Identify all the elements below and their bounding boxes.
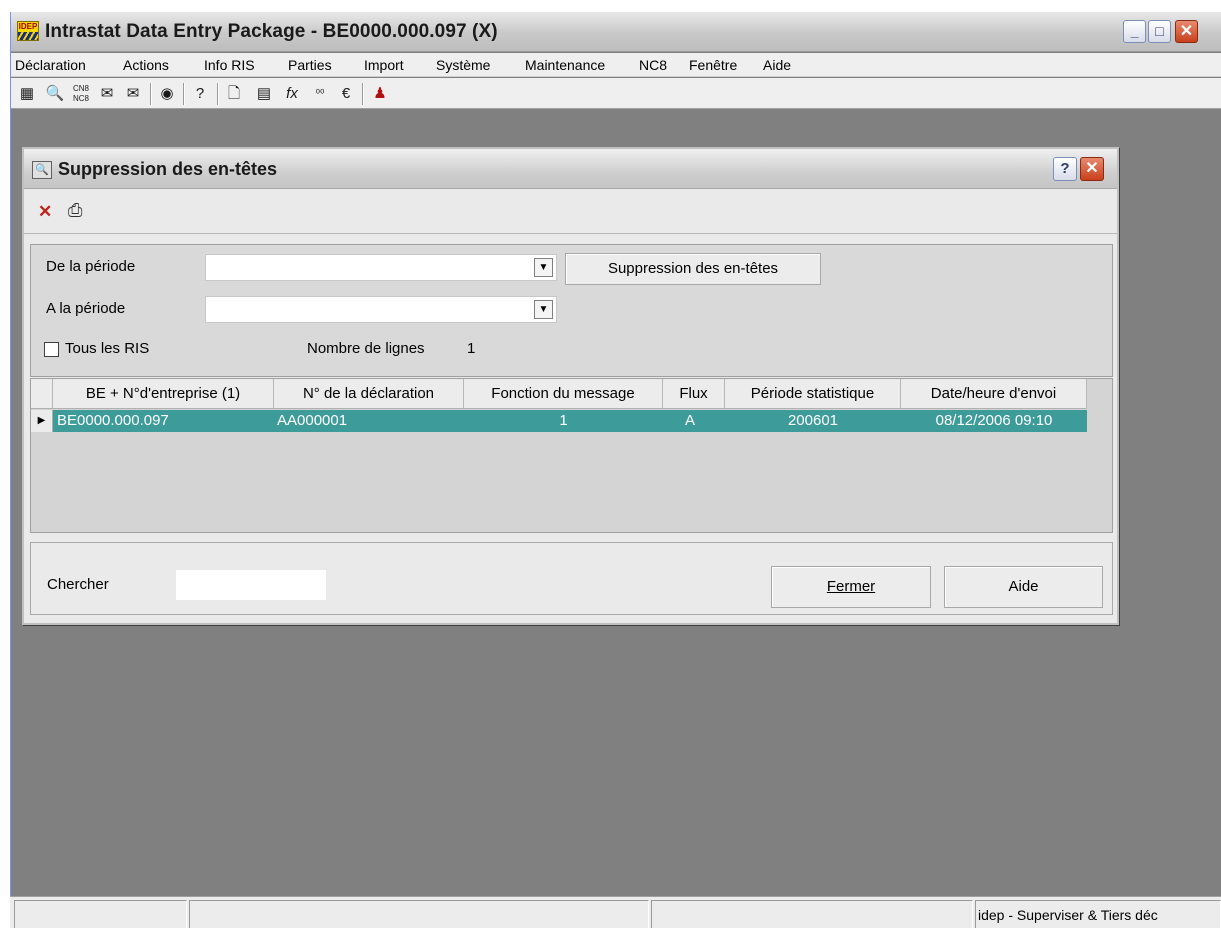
help-book-icon[interactable]: ? xyxy=(189,83,211,105)
main-titlebar[interactable]: IDEP Intrastat Data Entry Package - BE00… xyxy=(11,12,1221,52)
toolbar-separator xyxy=(150,83,152,105)
toolbar-separator xyxy=(183,83,185,105)
search-input[interactable] xyxy=(176,570,326,600)
binoculars-icon: 🔍 xyxy=(32,161,52,179)
column-header-flux[interactable]: Flux xyxy=(663,379,725,409)
print-icon[interactable]: ⎙ xyxy=(68,200,82,221)
dialog-toolbar: ✕ ⎙ xyxy=(24,190,1117,234)
toolbar-separator xyxy=(362,83,364,105)
new-document-icon[interactable]: 🗋 xyxy=(223,83,245,105)
envelope-import-icon[interactable]: ✉ xyxy=(96,83,118,105)
dialog-titlebar[interactable]: 🔍 Suppression des en-têtes ? ✕ xyxy=(24,149,1117,189)
grid-icon[interactable]: ▦ xyxy=(16,83,38,105)
main-toolbar: ▦ 🔍 CN8 NC8 ✉ ✉ ◉ ? 🗋 ▤ fx ⁰⁰ € ♟ xyxy=(11,78,1221,109)
cell-company: BE0000.000.097 xyxy=(57,412,169,429)
help-button[interactable]: Aide xyxy=(944,566,1103,608)
users-icon[interactable]: ♟ xyxy=(369,83,391,105)
column-header-sent[interactable]: Date/heure d'envoi xyxy=(901,379,1087,409)
from-period-select[interactable]: ▼ xyxy=(205,254,557,281)
menu-info-ris[interactable]: Info RIS xyxy=(204,57,255,73)
menu-systeme[interactable]: Système xyxy=(436,57,490,73)
close-button-label: Fermer xyxy=(826,578,876,595)
bottom-panel: Chercher Fermer Aide xyxy=(30,542,1113,615)
cell-declaration: AA000001 xyxy=(277,412,348,429)
close-icon: ✕ xyxy=(1179,23,1194,40)
suppression-dialog: 🔍 Suppression des en-têtes ? ✕ ✕ ⎙ De la… xyxy=(22,147,1119,625)
to-period-label: A la période xyxy=(46,300,126,317)
status-text: idep - Superviser & Tiers déc xyxy=(978,907,1158,923)
all-ris-checkbox[interactable] xyxy=(44,342,59,357)
column-header-period[interactable]: Période statistique xyxy=(725,379,901,409)
decimals-icon[interactable]: ⁰⁰ xyxy=(309,83,331,105)
camera-icon[interactable]: ◉ xyxy=(156,83,178,105)
binoculars-icon[interactable]: 🔍 xyxy=(44,83,66,105)
column-header-declaration[interactable]: N° de la déclaration xyxy=(274,379,464,409)
line-count-label: Nombre de lignes xyxy=(307,340,425,357)
cell-flux: A xyxy=(684,412,695,429)
chevron-down-icon[interactable]: ▼ xyxy=(534,300,553,319)
status-panel-1 xyxy=(14,900,187,928)
status-panel-3 xyxy=(651,900,973,928)
delete-icon[interactable]: ✕ xyxy=(38,202,52,222)
all-ris-label: Tous les RIS xyxy=(65,340,150,357)
maximize-icon: □ xyxy=(1155,23,1164,39)
minimize-button[interactable]: _ xyxy=(1123,20,1146,43)
close-window-button[interactable]: ✕ xyxy=(1175,20,1198,43)
function-icon[interactable]: fx xyxy=(281,83,303,105)
menu-fenetre[interactable]: Fenêtre xyxy=(689,57,737,73)
menu-actions[interactable]: Actions xyxy=(123,57,169,73)
minimize-icon: _ xyxy=(1130,23,1139,39)
euro-icon[interactable]: € xyxy=(335,83,357,105)
delete-headers-button[interactable]: Suppression des en-têtes xyxy=(565,253,821,285)
calculator-icon[interactable]: ▤ xyxy=(253,83,275,105)
menu-maintenance[interactable]: Maintenance xyxy=(525,57,605,73)
menu-bar: Déclaration Actions Info RIS Parties Imp… xyxy=(11,53,1221,77)
app-icon-label: IDEP xyxy=(18,22,38,31)
toolbar-separator xyxy=(217,83,219,105)
cell-period: 200601 xyxy=(787,412,839,429)
idep-app-icon: IDEP xyxy=(17,21,39,41)
dialog-close-button[interactable]: ✕ xyxy=(1080,157,1104,181)
envelope-export-icon[interactable]: ✉ xyxy=(122,83,144,105)
column-header-company[interactable]: BE + N°d'entreprise (1) xyxy=(53,379,274,409)
dialog-title: Suppression des en-têtes xyxy=(58,159,278,179)
maximize-button[interactable]: □ xyxy=(1148,20,1171,43)
dialog-help-button[interactable]: ? xyxy=(1053,157,1077,181)
status-bar: idep - Superviser & Tiers déc xyxy=(10,896,1221,928)
grid-header: BE + N°d'entreprise (1) N° de la déclara… xyxy=(31,379,1087,409)
to-period-select[interactable]: ▼ xyxy=(205,296,557,323)
column-header-function[interactable]: Fonction du message xyxy=(464,379,663,409)
from-period-label: De la période xyxy=(46,258,136,275)
row-pointer-icon: ▶ xyxy=(31,410,53,432)
status-panel-2 xyxy=(189,900,649,928)
filter-panel: De la période ▼ Suppression des en-têtes… xyxy=(30,244,1113,377)
menu-declaration[interactable]: Déclaration xyxy=(15,57,86,73)
menu-nc8[interactable]: NC8 xyxy=(639,57,667,73)
menu-parties[interactable]: Parties xyxy=(288,57,332,73)
menu-aide[interactable]: Aide xyxy=(763,57,791,73)
cell-function: 1 xyxy=(559,412,568,429)
table-row[interactable]: ▶ BE0000.000.097 AA000001 1 A 200601 08/… xyxy=(31,410,1087,432)
cell-sent: 08/12/2006 09:10 xyxy=(935,412,1053,429)
window-title: Intrastat Data Entry Package - BE0000.00… xyxy=(45,21,498,42)
menu-import[interactable]: Import xyxy=(364,57,404,73)
headers-grid: BE + N°d'entreprise (1) N° de la déclara… xyxy=(30,378,1113,533)
cn8-nc8-icon[interactable]: CN8 NC8 xyxy=(70,83,92,105)
line-count-value: 1 xyxy=(467,340,476,357)
close-button[interactable]: Fermer xyxy=(771,566,931,608)
chevron-down-icon[interactable]: ▼ xyxy=(534,258,553,277)
search-label: Chercher xyxy=(47,576,109,593)
row-indicator-header xyxy=(31,379,53,409)
